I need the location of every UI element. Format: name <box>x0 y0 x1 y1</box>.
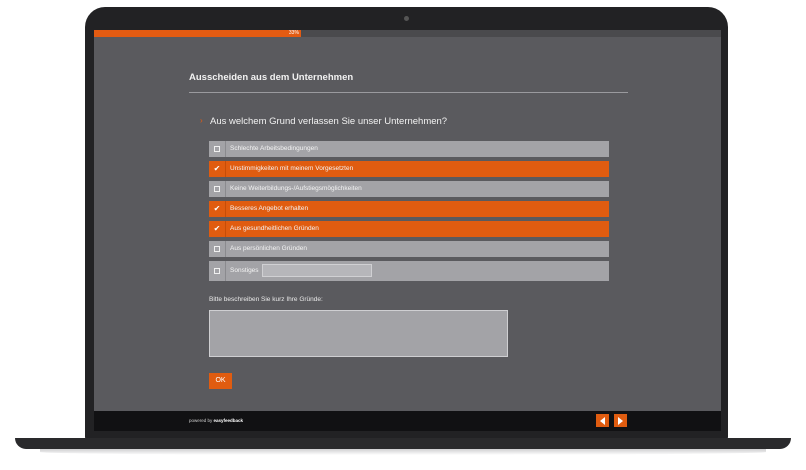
checkbox[interactable] <box>209 261 226 281</box>
ok-button[interactable]: OK <box>209 373 232 389</box>
empty-checkbox-icon <box>214 268 220 274</box>
sonstiges-input[interactable] <box>262 264 372 277</box>
checkbox[interactable]: ✔ <box>209 221 226 237</box>
next-page-button[interactable] <box>614 414 627 427</box>
question-text: Aus welchem Grund verlassen Sie unser Un… <box>210 116 448 127</box>
page-title: Ausscheiden aus dem Unternehmen <box>189 72 354 83</box>
checkbox[interactable] <box>209 181 226 197</box>
progress-label: 33% <box>288 30 299 36</box>
option-label: Unstimmigkeiten mit meinem Vorgesetzten <box>230 165 354 172</box>
chevron-left-icon <box>600 416 605 425</box>
option-gesundheitliche-gruende[interactable]: ✔ Aus gesundheitlichen Gründen <box>209 221 609 237</box>
option-keine-weiterbildung[interactable]: Keine Weiterbildungs-/Aufstiegsmöglichke… <box>209 181 609 197</box>
option-label: Aus gesundheitlichen Gründen <box>230 225 319 232</box>
empty-checkbox-icon <box>214 186 220 192</box>
checkbox[interactable] <box>209 141 226 157</box>
brand-name: easyfeedback <box>213 418 244 423</box>
option-label: Aus persönlichen Gründen <box>230 245 307 252</box>
option-schlechte-arbeitsbedingungen[interactable]: Schlechte Arbeitsbedingungen <box>209 141 609 157</box>
footer: powered by easyfeedback <box>94 411 721 431</box>
description-label: Bitte beschreiben Sie kurz Ihre Gründe: <box>209 296 323 303</box>
progress-fill: 33% <box>94 30 301 37</box>
title-divider <box>189 92 628 93</box>
option-label: Besseres Angebot erhalten <box>230 205 309 212</box>
option-label: Schlechte Arbeitsbedingungen <box>230 145 318 152</box>
option-label: Sonstiges <box>230 267 259 274</box>
checkbox[interactable]: ✔ <box>209 201 226 217</box>
webcam-icon <box>404 16 409 21</box>
check-icon: ✔ <box>213 224 221 233</box>
previous-page-button[interactable] <box>596 414 609 427</box>
laptop-base <box>15 438 791 449</box>
checkbox[interactable]: ✔ <box>209 161 226 177</box>
checkbox[interactable] <box>209 241 226 257</box>
powered-by-prefix: powered by <box>189 418 213 423</box>
option-persoenliche-gruende[interactable]: Aus persönlichen Gründen <box>209 241 609 257</box>
option-unstimmigkeiten-vorgesetzten[interactable]: ✔ Unstimmigkeiten mit meinem Vorgesetzte… <box>209 161 609 177</box>
laptop-shadow <box>40 449 766 455</box>
answer-options: Schlechte Arbeitsbedingungen ✔ Unstimmig… <box>209 141 609 285</box>
check-icon: ✔ <box>213 204 221 213</box>
chevron-right-icon <box>618 416 623 425</box>
empty-checkbox-icon <box>214 246 220 252</box>
question-arrow-icon: › <box>200 116 203 125</box>
option-besseres-angebot[interactable]: ✔ Besseres Angebot erhalten <box>209 201 609 217</box>
empty-checkbox-icon <box>214 146 220 152</box>
option-sonstiges[interactable]: Sonstiges <box>209 261 609 281</box>
powered-by: powered by easyfeedback <box>189 418 243 423</box>
check-icon: ✔ <box>213 164 221 173</box>
survey-screen: 33% Ausscheiden aus dem Unternehmen › Au… <box>94 30 721 431</box>
option-label: Keine Weiterbildungs-/Aufstiegsmöglichke… <box>230 185 362 192</box>
description-textarea[interactable] <box>209 310 508 357</box>
progress-bar: 33% <box>94 30 721 37</box>
